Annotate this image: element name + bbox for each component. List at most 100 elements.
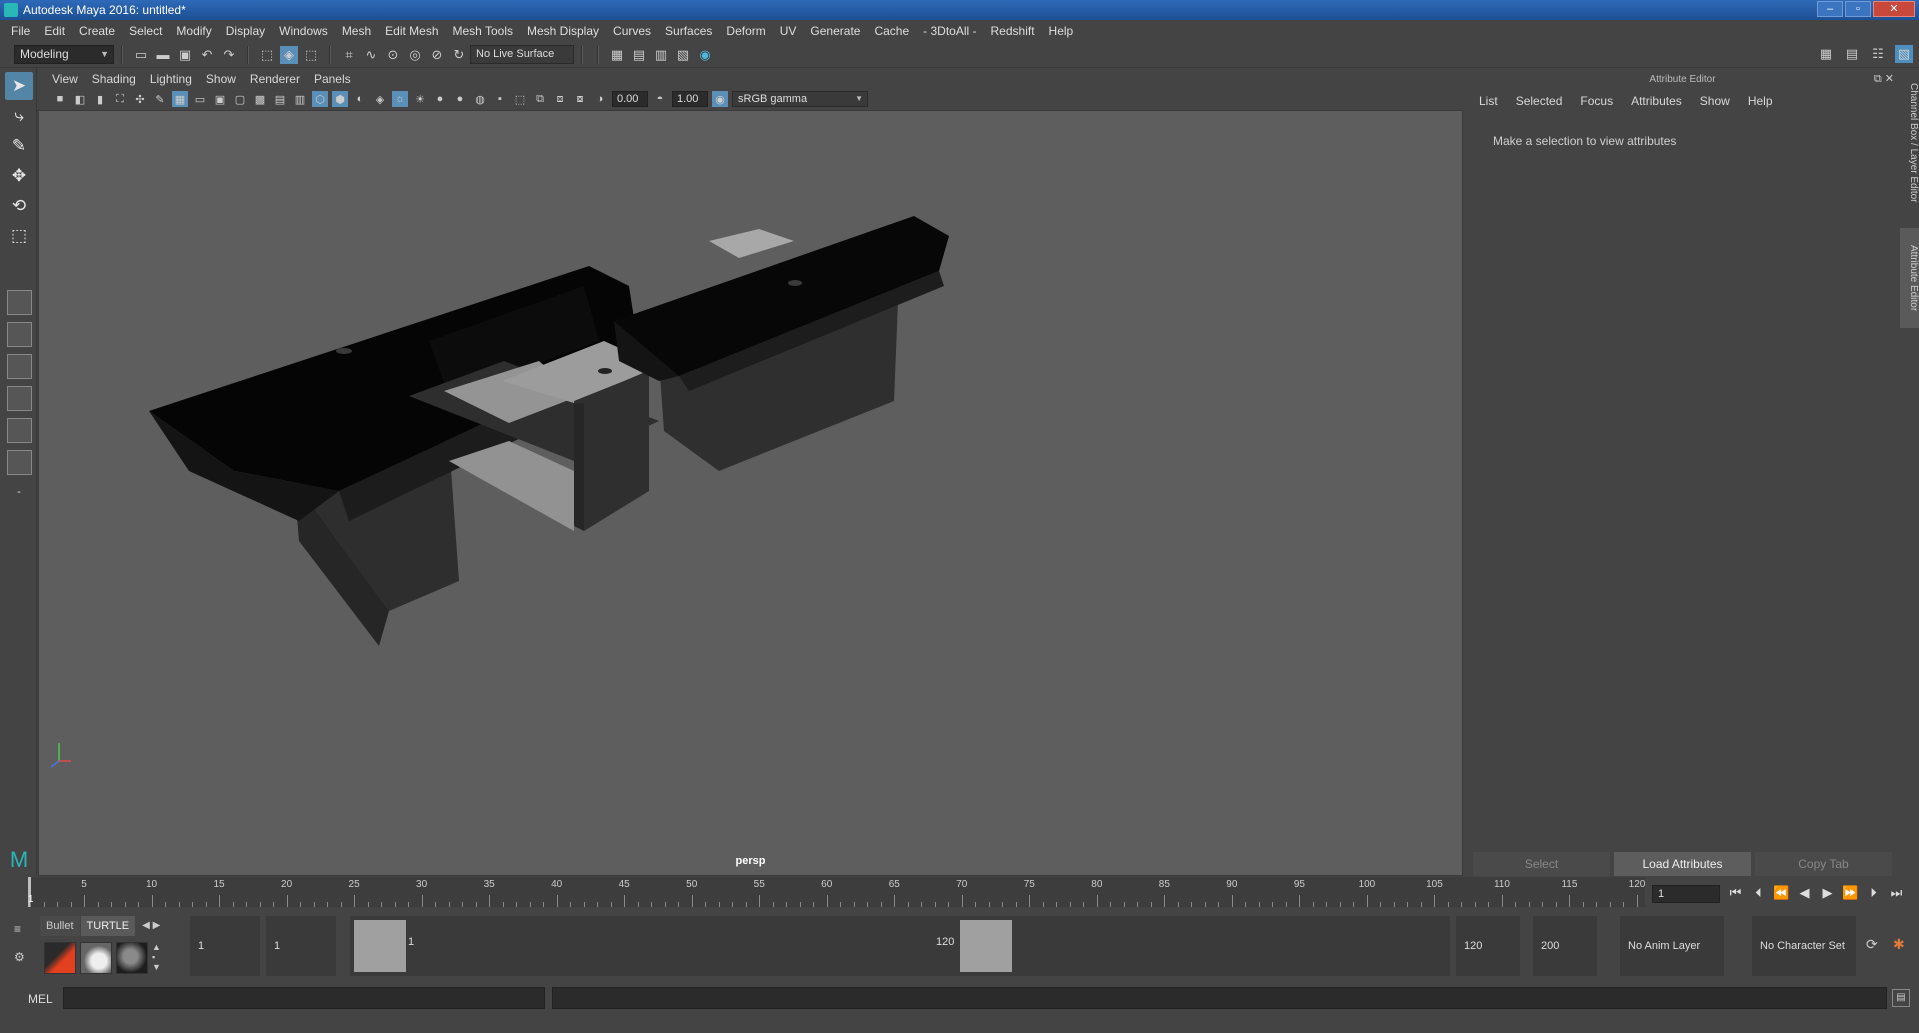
menu-modify[interactable]: Modify xyxy=(169,24,218,38)
exposure-field[interactable]: 0.00 xyxy=(612,91,648,107)
safe-title-icon[interactable]: ▥ xyxy=(292,91,308,107)
close-button[interactable]: ✕ xyxy=(1873,1,1915,17)
film-gate-icon[interactable]: ▭ xyxy=(192,91,208,107)
3d-viewport[interactable]: persp xyxy=(38,110,1463,876)
select-by-hierarchy-icon[interactable]: ⬚ xyxy=(258,46,276,64)
time-ruler[interactable]: 1 5 10 15 20 25 30 35 40 45 50 55 60 65 70 75 80 85 90 95 1… xyxy=(28,877,1645,907)
render-current-frame-icon[interactable]: ▤ xyxy=(630,46,648,64)
hypershade-icon[interactable]: ◉ xyxy=(696,46,714,64)
playback-end-field[interactable]: 120 xyxy=(1456,916,1520,976)
perspective-graph-layout-icon[interactable] xyxy=(7,386,32,411)
select-button[interactable]: Select xyxy=(1473,852,1610,876)
field-chart-icon[interactable]: ▩ xyxy=(252,91,268,107)
perspective-outliner-layout-icon[interactable] xyxy=(7,354,32,379)
shelf-tab-turtle[interactable]: TURTLE xyxy=(80,916,136,936)
gamma-icon[interactable]: ◓ xyxy=(652,91,668,107)
isolate-select-icon[interactable]: ⬚ xyxy=(512,91,528,107)
channel-box-toggle-icon[interactable]: ▧ xyxy=(1895,45,1913,63)
menu-surfaces[interactable]: Surfaces xyxy=(658,24,719,38)
play-forwards-icon[interactable]: ▶ xyxy=(1819,884,1836,901)
playback-start-field[interactable]: 1 xyxy=(266,916,336,976)
shelf-scroll-arrows-icon[interactable]: ◀ ▶ xyxy=(136,916,166,936)
panel-float-close-icons[interactable]: ⧉ ✕ xyxy=(1874,72,1894,86)
snap-to-grid-icon[interactable]: ⌗ xyxy=(340,46,358,64)
perspective-uv-layout-icon[interactable] xyxy=(7,450,32,475)
screen-space-ao-icon[interactable]: ● xyxy=(432,91,448,107)
command-language-label[interactable]: MEL xyxy=(28,992,53,1006)
xray-icon[interactable]: ⧉ xyxy=(532,91,548,107)
menu-edit[interactable]: Edit xyxy=(37,24,72,38)
load-attributes-button[interactable]: Load Attributes xyxy=(1614,852,1751,876)
viewport-menu-view[interactable]: View xyxy=(52,72,86,86)
xray-components-icon[interactable]: ⧇ xyxy=(572,91,588,107)
animation-end-field[interactable]: 200 xyxy=(1533,916,1597,976)
attribute-editor-toggle-icon[interactable]: ▤ xyxy=(1843,45,1861,63)
menu-uv[interactable]: UV xyxy=(773,24,804,38)
step-back-key-icon[interactable]: ⏪ xyxy=(1773,884,1790,901)
bookmark-icon[interactable]: ▮ xyxy=(92,91,108,107)
wireframe-on-shaded-icon[interactable]: ◐ xyxy=(352,91,368,107)
2d-pan-zoom-icon[interactable]: ✣ xyxy=(132,91,148,107)
play-backwards-icon[interactable]: ◀ xyxy=(1796,884,1813,901)
snap-to-curve-icon[interactable]: ∿ xyxy=(362,46,380,64)
shadows-icon[interactable]: ☀ xyxy=(412,91,428,107)
depth-of-field-icon[interactable]: ▪ xyxy=(492,91,508,107)
undo-icon[interactable]: ↶ xyxy=(198,46,216,64)
attribute-editor-tab[interactable]: Attribute Editor xyxy=(1900,228,1919,328)
hypershade-layout-icon[interactable] xyxy=(7,418,32,443)
turtle-bake-icon[interactable] xyxy=(80,942,112,974)
viewport-menu-show[interactable]: Show xyxy=(206,72,244,86)
step-forward-frame-icon[interactable]: ⏵ xyxy=(1865,884,1882,901)
animation-preferences-icon[interactable]: ✱ xyxy=(1893,936,1905,953)
menu-cache[interactable]: Cache xyxy=(867,24,916,38)
safe-action-icon[interactable]: ▤ xyxy=(272,91,288,107)
script-editor-icon[interactable]: ▤ xyxy=(1892,989,1910,1007)
open-scene-icon[interactable]: ▬ xyxy=(154,46,172,64)
viewport-menu-renderer[interactable]: Renderer xyxy=(250,72,308,86)
redo-icon[interactable]: ↷ xyxy=(220,46,238,64)
shelf-menu-icons[interactable]: ≡ ⚙ xyxy=(6,920,34,976)
menu-select[interactable]: Select xyxy=(122,24,169,38)
menu-edit-mesh[interactable]: Edit Mesh xyxy=(378,24,445,38)
render-view-icon[interactable]: ▦ xyxy=(608,46,626,64)
range-start-handle[interactable] xyxy=(354,920,406,972)
select-by-object-icon[interactable]: ◈ xyxy=(280,45,298,64)
ae-menu-help[interactable]: Help xyxy=(1748,94,1773,108)
range-slider[interactable]: 1 120 xyxy=(350,916,1450,976)
collapse-layouts-icon[interactable]: - xyxy=(5,478,33,506)
select-by-component-icon[interactable]: ⬚ xyxy=(302,46,320,64)
menu-mesh-display[interactable]: Mesh Display xyxy=(520,24,606,38)
grease-pencil-icon[interactable]: ✎ xyxy=(152,91,168,107)
modeling-toolkit-icon[interactable]: ▦ xyxy=(1817,45,1835,63)
four-view-layout-icon[interactable] xyxy=(7,322,32,347)
menu-3dtoall[interactable]: - 3DtoAll - xyxy=(916,24,983,38)
menu-generate[interactable]: Generate xyxy=(803,24,867,38)
minimize-button[interactable]: – xyxy=(1817,1,1843,17)
shelf-tab-bullet[interactable]: Bullet xyxy=(40,916,80,936)
textured-icon[interactable]: ◈ xyxy=(372,91,388,107)
render-settings-icon[interactable]: ▧ xyxy=(674,46,692,64)
menu-windows[interactable]: Windows xyxy=(272,24,335,38)
shelf-settings-icon[interactable]: ⚙ xyxy=(14,950,25,964)
ae-menu-show[interactable]: Show xyxy=(1700,94,1730,108)
menu-deform[interactable]: Deform xyxy=(719,24,772,38)
menu-set-selector[interactable]: Modeling xyxy=(14,45,114,64)
maximize-button[interactable]: ▫ xyxy=(1845,1,1871,17)
single-perspective-layout-icon[interactable] xyxy=(7,290,32,315)
viewport-menu-shading[interactable]: Shading xyxy=(92,72,144,86)
go-to-end-icon[interactable]: ⏭ xyxy=(1888,884,1905,901)
shelf-menu-icon[interactable]: ≡ xyxy=(14,922,21,936)
menu-curves[interactable]: Curves xyxy=(606,24,658,38)
menu-mesh[interactable]: Mesh xyxy=(335,24,378,38)
make-live-icon[interactable]: ⊘ xyxy=(428,46,446,64)
xray-joints-icon[interactable]: ⧈ xyxy=(552,91,568,107)
character-set-selector[interactable]: No Character Set xyxy=(1752,916,1856,976)
step-forward-key-icon[interactable]: ⏩ xyxy=(1842,884,1859,901)
smooth-shade-icon[interactable]: ⬢ xyxy=(332,91,348,107)
color-management-icon[interactable]: ◉ xyxy=(712,91,728,107)
copy-tab-button[interactable]: Copy Tab xyxy=(1755,852,1892,876)
paint-select-tool-icon[interactable]: ✎ xyxy=(5,132,33,160)
lasso-tool-icon[interactable]: ⤷ xyxy=(5,102,33,130)
snap-to-point-icon[interactable]: ⊙ xyxy=(384,46,402,64)
rotate-tool-icon[interactable]: ⟲ xyxy=(5,192,33,220)
